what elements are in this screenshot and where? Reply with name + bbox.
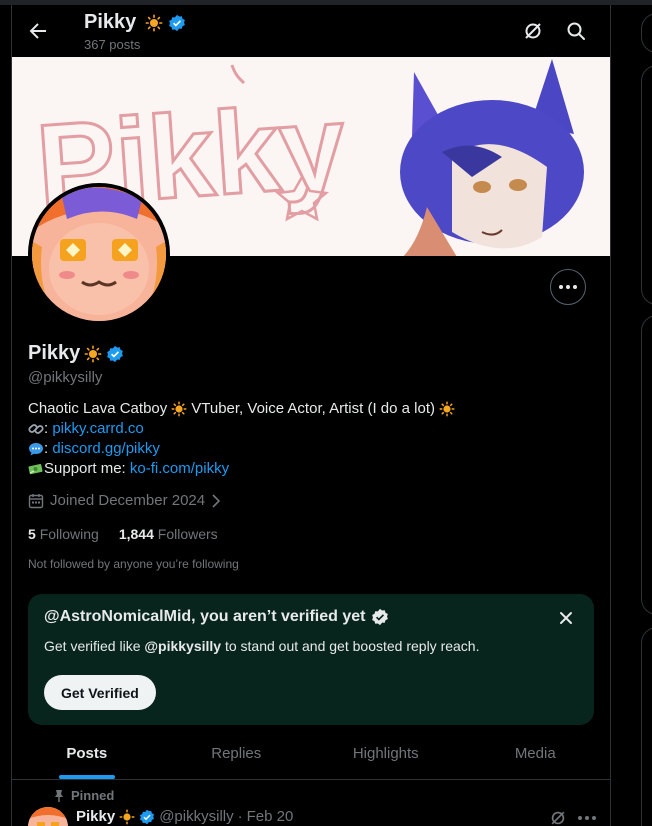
following-link[interactable]: 5 Following (28, 526, 99, 542)
promo-text-before: Get verified like (44, 638, 145, 654)
bio-support-line: Support me: ko-fi.com/pikky (28, 459, 588, 479)
tab-posts[interactable]: Posts (12, 728, 162, 779)
followers-label: Followers (157, 526, 218, 542)
chevron-right-icon (212, 493, 221, 508)
calendar-icon (28, 493, 44, 508)
link-emoji-icon (28, 424, 44, 434)
tab-highlights[interactable]: Highlights (311, 728, 461, 779)
follow-stats: 5 Following 1,844 Followers (28, 526, 218, 542)
get-verified-button[interactable]: Get Verified (44, 675, 156, 710)
tab-replies[interactable]: Replies (162, 728, 312, 779)
pinned-label: Pinned (71, 788, 115, 803)
followers-count: 1,844 (118, 526, 154, 542)
verified-badge-icon (140, 809, 155, 824)
promo-title-text: @AstroNomicalMid, you aren’t verified ye… (44, 608, 366, 625)
discord-prefix: : (44, 440, 53, 457)
bio-text: Chaotic Lava Catboy (28, 400, 168, 417)
kofi-link[interactable]: ko-fi.com/pikky (130, 459, 229, 479)
sun-emoji-icon (119, 808, 135, 825)
post-separator: · (237, 808, 243, 825)
bio-discord-line: : discord.gg/pikky (28, 439, 588, 459)
profile-column: Pikky 367 posts Pikky Pikky @pikkysilly … (11, 5, 611, 826)
verified-badge-icon (372, 608, 389, 626)
verified-badge-icon (169, 14, 186, 31)
not-followed-text: Not followed by anyone you’re following (28, 557, 239, 571)
back-arrow-icon[interactable] (26, 19, 50, 43)
profile-avatar[interactable] (28, 183, 170, 325)
post-author-name[interactable]: Pikky (76, 808, 115, 825)
pin-icon (55, 789, 63, 802)
sidebar-search-edge[interactable] (641, 13, 652, 53)
support-label: Support me: (44, 460, 130, 477)
bio-link-line: : pikky.carrd.co (28, 419, 588, 439)
close-icon[interactable] (556, 608, 576, 628)
profile-header: Pikky 367 posts (12, 5, 610, 57)
following-count: 5 (28, 526, 36, 542)
post-header: Pikky @pikkysilly · Feb 20 (76, 808, 293, 825)
pinned-indicator: Pinned (53, 788, 114, 803)
header-title: Pikky (84, 11, 186, 34)
bio-line: Chaotic Lava Catboy VTuber, Voice Actor,… (28, 399, 588, 419)
sidebar-card-edge-3 (641, 627, 652, 826)
promo-text-after: to stand out and get boosted reply reach… (221, 638, 480, 654)
post-date[interactable]: Feb 20 (247, 808, 294, 825)
sun-emoji-icon (439, 401, 455, 417)
joined-date[interactable]: Joined December 2024 (28, 492, 221, 509)
more-icon[interactable] (578, 816, 596, 820)
tab-label: Posts (66, 745, 108, 762)
promo-description: Get verified like @pikkysilly to stand o… (44, 638, 479, 654)
sun-emoji-icon (145, 14, 163, 32)
promo-text-handle: @pikkysilly (144, 638, 222, 654)
post-author-handle: @pikkysilly (159, 808, 234, 825)
profile-tabs: Posts Replies Highlights Media (12, 728, 610, 780)
discord-link[interactable]: discord.gg/pikky (52, 439, 160, 459)
followers-link[interactable]: 1,844 Followers (119, 526, 218, 542)
grok-icon[interactable] (548, 808, 568, 826)
tab-label: Replies (211, 745, 262, 762)
profile-display-name: Pikky (28, 342, 81, 364)
tab-label: Media (514, 745, 556, 762)
verified-badge-icon[interactable] (106, 345, 124, 363)
sun-emoji-icon (171, 401, 187, 417)
promo-title: @AstroNomicalMid, you aren’t verified ye… (44, 608, 389, 626)
carrd-link[interactable]: pikky.carrd.co (52, 419, 143, 439)
post-actions (548, 808, 596, 826)
sidebar-card-edge-2 (641, 315, 652, 615)
search-icon[interactable] (564, 19, 588, 43)
following-label: Following (39, 526, 99, 542)
tab-label: Highlights (352, 745, 419, 762)
more-icon (559, 285, 577, 289)
right-sidebar-edge (611, 5, 652, 826)
grok-icon[interactable] (521, 19, 545, 43)
post-avatar[interactable] (28, 807, 68, 826)
profile-name: Pikky (28, 342, 124, 365)
header-name: Pikky (84, 11, 137, 33)
active-tab-indicator (58, 775, 115, 779)
joined-text: Joined December 2024 (50, 492, 206, 509)
money-emoji-icon (28, 464, 43, 475)
tab-media[interactable]: Media (461, 728, 611, 779)
verification-promo: @AstroNomicalMid, you aren’t verified ye… (28, 594, 594, 725)
more-options-button[interactable] (550, 269, 586, 305)
post-count: 367 posts (84, 37, 141, 52)
sidebar-card-edge (641, 65, 652, 305)
profile-bio: Chaotic Lava Catboy VTuber, Voice Actor,… (28, 399, 588, 479)
link-prefix: : (44, 420, 53, 437)
sun-emoji-icon (84, 345, 102, 362)
speech-bubble-emoji-icon (29, 443, 43, 456)
profile-handle: @pikkysilly (28, 369, 103, 386)
bio-text-2: VTuber, Voice Actor, Artist (I do a lot) (191, 400, 435, 417)
